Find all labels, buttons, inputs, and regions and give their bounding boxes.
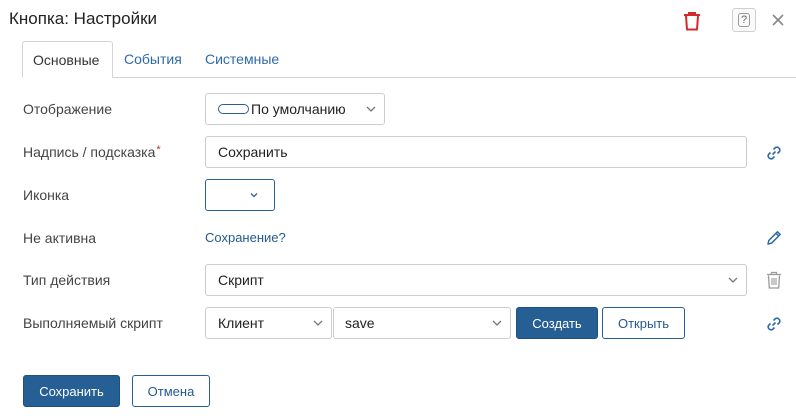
script-scope-value: Клиент (218, 315, 265, 331)
delete-button[interactable] (680, 9, 704, 33)
chevron-down-icon (313, 320, 323, 326)
required-mark: * (156, 144, 161, 156)
display-value: По умолчанию (251, 101, 346, 117)
trash-icon (684, 12, 700, 31)
display-select[interactable]: По умолчанию (205, 93, 385, 125)
help-button[interactable]: ? (732, 8, 756, 32)
script-name-value: save (345, 315, 375, 331)
inactive-label: Не активна (23, 230, 97, 246)
inactive-condition-link[interactable]: Сохранение? (205, 230, 286, 245)
script-label: Выполняемый скрипт (23, 315, 163, 331)
action-type-value: Скрипт (218, 272, 264, 288)
chevron-down-icon (492, 320, 502, 326)
help-icon: ? (737, 13, 751, 27)
trash-icon (767, 271, 781, 289)
chevron-down-icon (366, 106, 376, 112)
tab-events[interactable]: События (114, 41, 192, 78)
script-scope-select[interactable]: Клиент (205, 307, 332, 339)
edit-button[interactable] (764, 228, 784, 248)
close-button[interactable] (766, 8, 790, 32)
save-button[interactable]: Сохранить (23, 375, 120, 407)
tab-system[interactable]: Системные (195, 41, 289, 78)
action-type-label: Тип действия (23, 272, 111, 288)
caption-input[interactable]: Сохранить (205, 136, 747, 168)
create-script-button[interactable]: Создать (516, 307, 598, 339)
pencil-icon (767, 231, 781, 245)
icon-label: Иконка (23, 187, 70, 203)
script-link-button[interactable] (764, 314, 784, 334)
display-label: Отображение (23, 101, 113, 117)
close-icon (772, 14, 784, 26)
open-script-button[interactable]: Открыть (602, 307, 685, 339)
link-icon (767, 146, 781, 160)
chevron-down-icon (728, 277, 738, 283)
caption-label: Надпись / подсказка* (23, 144, 161, 160)
action-type-select[interactable]: Скрипт (205, 264, 747, 296)
link-icon (767, 317, 781, 331)
caption-value: Сохранить (218, 144, 288, 160)
icon-select[interactable] (205, 179, 275, 211)
clear-action-button[interactable] (764, 270, 784, 290)
dialog-title: Кнопка: Настройки (9, 9, 158, 28)
button-preview-icon (218, 104, 249, 114)
chevron-down-icon (250, 193, 258, 198)
cancel-button[interactable]: Отмена (132, 375, 210, 407)
script-name-select[interactable]: save (333, 307, 511, 339)
tab-main[interactable]: Основные (22, 41, 113, 78)
link-button[interactable] (764, 143, 784, 163)
